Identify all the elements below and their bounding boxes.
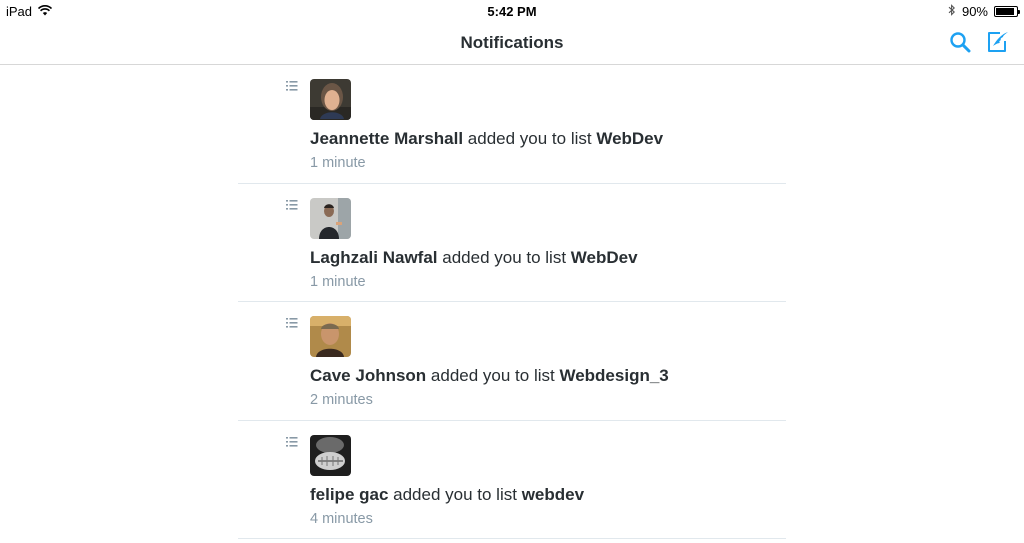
list-name[interactable]: WebDev [571,248,638,267]
navigation-bar: Notifications [0,22,1024,65]
list-name[interactable]: WebDev [596,129,663,148]
nav-actions [948,30,1010,54]
notification-item[interactable]: Cave Johnson added you to list Webdesign… [238,302,786,421]
avatar[interactable] [310,434,351,476]
user-name[interactable]: felipe gac [310,485,388,504]
compose-icon [988,32,1008,52]
page-title: Notifications [460,33,564,52]
user-name[interactable]: Jeannette Marshall [310,129,463,148]
notification-text: Jeannette Marshall added you to list Web… [310,129,663,149]
notification-text: Laghzali Nawfal added you to list WebDev [310,248,638,268]
list-icon [286,318,298,328]
notification-item[interactable]: Laghzali Nawfal added you to list WebDev… [238,184,786,302]
notification-time: 1 minute [310,155,366,171]
status-bar: iPad 5:42 PM 90% [0,0,1024,22]
notification-item[interactable]: felipe gac added you to list webdev 4 mi… [238,421,786,539]
notification-time: 2 minutes [310,392,373,408]
search-button[interactable] [948,30,972,54]
avatar[interactable] [310,79,351,120]
notification-action: added you to list [437,247,571,267]
list-name[interactable]: Webdesign_3 [559,366,668,385]
battery-percentage: 90% [961,4,988,19]
notification-action: added you to list [463,129,597,148]
list-icon [286,81,298,91]
search-icon [950,32,971,53]
list-icon [286,436,298,447]
list-name[interactable]: webdev [522,485,584,504]
user-name[interactable]: Cave Johnson [310,366,426,385]
battery-fill [996,8,1014,15]
notifications-feed: Jeannette Marshall added you to list Web… [238,65,786,539]
notification-time: 1 minute [310,273,366,290]
notification-text: felipe gac added you to list webdev [310,485,584,505]
bluetooth-icon [948,4,956,19]
avatar[interactable] [310,316,351,357]
notification-text: Cave Johnson added you to list Webdesign… [310,366,669,386]
notification-action: added you to list [388,484,522,504]
list-icon [286,199,298,210]
avatar[interactable] [310,197,351,239]
notification-item[interactable]: Jeannette Marshall added you to list Web… [238,65,786,184]
status-right: 90% [948,4,1020,19]
battery-icon [994,6,1020,17]
notification-time: 4 minutes [310,510,373,527]
notification-action: added you to list [426,366,560,385]
user-name[interactable]: Laghzali Nawfal [310,248,438,267]
compose-tweet-button[interactable] [986,30,1010,54]
status-time: 5:42 PM [487,4,537,19]
